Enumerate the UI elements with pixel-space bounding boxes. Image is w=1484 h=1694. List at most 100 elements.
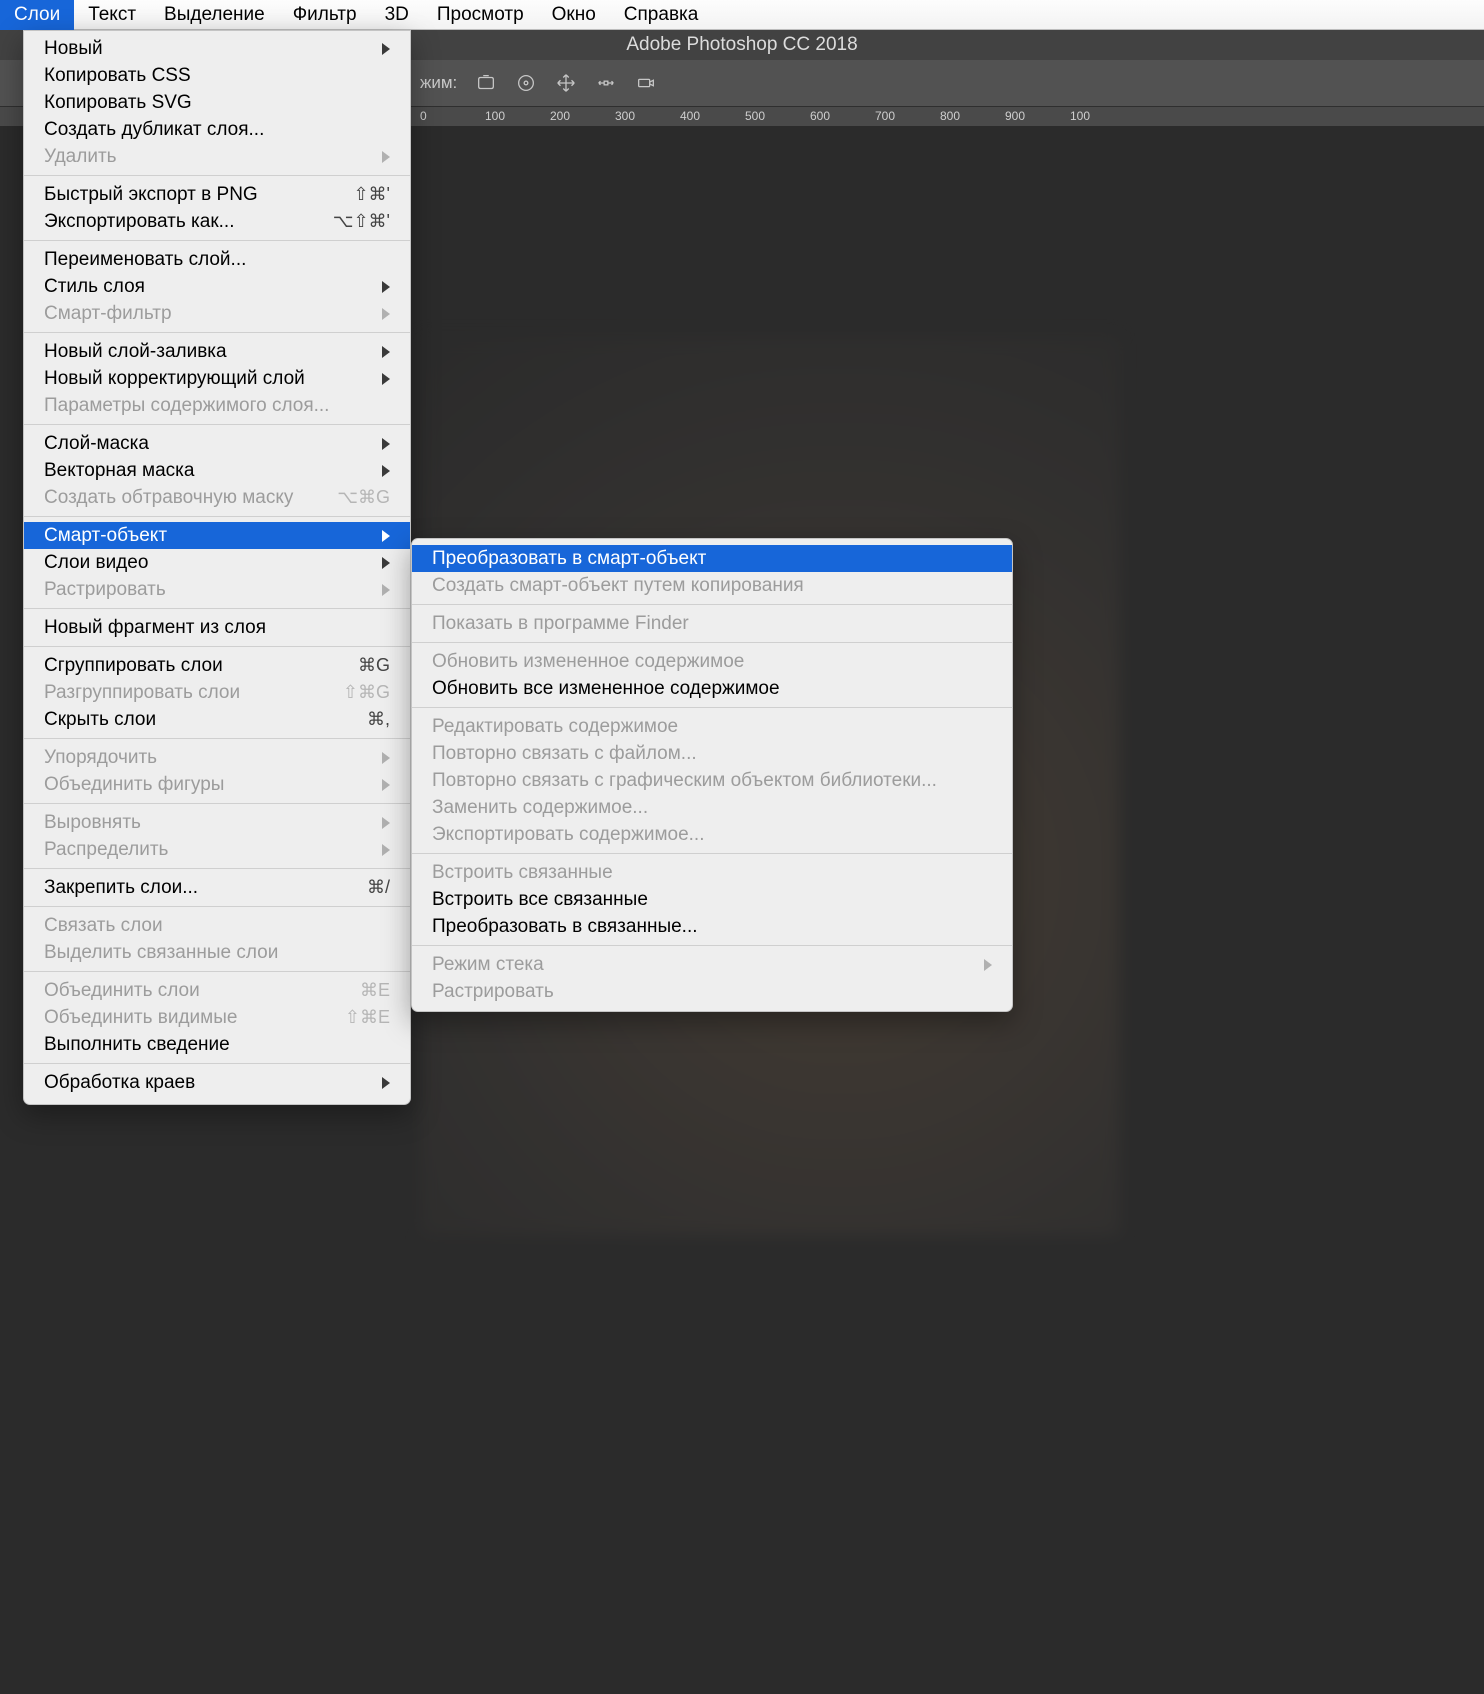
menubar-item-окно[interactable]: Окно [538,0,610,30]
menu-separator [24,646,410,647]
menu-item-label: Выполнить сведение [44,1034,390,1056]
menu-item-label: Скрыть слои [44,709,367,731]
layers-menu-item[interactable]: Новый корректирующий слой [24,365,410,392]
layers-menu-item[interactable]: Векторная маска [24,457,410,484]
smart-object-submenu-item[interactable]: Преобразовать в смарт-объект [412,545,1012,572]
layers-menu-item[interactable]: Слои видео [24,549,410,576]
layers-menu-item: Объединить видимые⇧⌘E [24,1004,410,1031]
menu-item-label: Сгруппировать слои [44,655,358,677]
menubar-item-просмотр[interactable]: Просмотр [423,0,538,30]
menu-item-label: Редактировать содержимое [432,716,992,738]
layers-menu-item[interactable]: Новый фрагмент из слоя [24,614,410,641]
menu-item-label: Новый корректирующий слой [44,368,370,390]
menu-separator [24,1063,410,1064]
menubar-item-текст[interactable]: Текст [74,0,150,30]
menu-item-shortcut: ⌥⌘G [337,487,390,508]
submenu-arrow-icon [382,346,390,358]
smart-object-submenu: Преобразовать в смарт-объект Создать смар… [411,538,1013,1012]
menu-separator [24,906,410,907]
menu-separator [412,853,1012,854]
menubar-item-выделение[interactable]: Выделение [150,0,279,30]
layers-menu-item: Растрировать [24,576,410,603]
menu-item-shortcut: ⌘, [367,709,390,730]
menu-item-shortcut: ⌥⇧⌘' [333,211,390,232]
submenu-arrow-icon [382,557,390,569]
menubar-item-3d[interactable]: 3D [371,0,423,30]
ruler-tick: 800 [940,109,960,123]
menu-item-label: Новый фрагмент из слоя [44,617,390,639]
submenu-arrow-icon [382,151,390,163]
anchor-point-icon[interactable] [595,72,617,94]
menu-item-label: Слои видео [44,552,370,574]
layers-menu-item: Создать обтравочную маску⌥⌘G [24,484,410,511]
layers-menu-item[interactable]: Копировать SVG [24,89,410,116]
menu-item-label: Переименовать слой... [44,249,390,271]
menu-separator [24,971,410,972]
menu-item-label: Создать смарт-объект путем копирования [432,575,992,597]
menu-item-label: Смарт-фильтр [44,303,370,325]
smart-object-submenu-item: Заменить содержимое... [412,794,1012,821]
layers-menu-item[interactable]: Экспортировать как...⌥⇧⌘' [24,208,410,235]
menu-item-label: Параметры содержимого слоя... [44,395,390,417]
smart-object-submenu-item: Растрировать [412,978,1012,1005]
menubar-item-слои[interactable]: Слои [0,0,74,30]
menu-item-label: Создать обтравочную маску [44,487,337,509]
menubar-item-фильтр[interactable]: Фильтр [279,0,371,30]
smart-object-submenu-item: Режим стека [412,951,1012,978]
layers-menu-item[interactable]: Копировать CSS [24,62,410,89]
layers-menu-item[interactable]: Выполнить сведение [24,1031,410,1058]
layers-menu-item[interactable]: Слой-маска [24,430,410,457]
layers-menu-item[interactable]: Быстрый экспорт в PNG⇧⌘' [24,181,410,208]
layers-menu-item[interactable]: Стиль слоя [24,273,410,300]
circle-icon[interactable] [515,72,537,94]
menu-item-label: Преобразовать в смарт-объект [432,548,992,570]
ruler-tick: 400 [680,109,700,123]
ruler-tick: 300 [615,109,635,123]
layers-menu-item[interactable]: Скрыть слои⌘, [24,706,410,733]
submenu-arrow-icon [984,959,992,971]
smart-object-submenu-item: Повторно связать с файлом... [412,740,1012,767]
smart-object-submenu-item: Создать смарт-объект путем копирования [412,572,1012,599]
menu-item-label: Копировать CSS [44,65,390,87]
menu-item-label: Разгруппировать слои [44,682,343,704]
layers-menu-item[interactable]: Обработка краев [24,1069,410,1096]
camera-icon[interactable] [635,72,657,94]
menu-item-label: Создать дубликат слоя... [44,119,390,141]
menu-item-label: Показать в программе Finder [432,613,992,635]
options-label: жим: [420,73,457,93]
menubar: СлоиТекстВыделениеФильтр3DПросмотрОкноСп… [0,0,1484,30]
layers-menu-item[interactable]: Сгруппировать слои⌘G [24,652,410,679]
submenu-arrow-icon [382,752,390,764]
layers-menu-item[interactable]: Переименовать слой... [24,246,410,273]
layers-menu-item[interactable]: Новый слой-заливка [24,338,410,365]
menu-separator [412,604,1012,605]
menu-item-label: Удалить [44,146,370,168]
menu-item-label: Экспортировать как... [44,211,333,233]
menu-separator [412,945,1012,946]
layers-menu-item[interactable]: Создать дубликат слоя... [24,116,410,143]
submenu-arrow-icon [382,373,390,385]
move-arrows-icon[interactable] [555,72,577,94]
layers-menu-item[interactable]: Новый [24,35,410,62]
menu-item-label: Распределить [44,839,370,861]
rounded-rect-icon[interactable] [475,72,497,94]
layers-menu-item[interactable]: Смарт-объект [24,522,410,549]
layers-menu-item[interactable]: Закрепить слои...⌘/ [24,874,410,901]
smart-object-submenu-item[interactable]: Преобразовать в связанные... [412,913,1012,940]
menu-item-label: Экспортировать содержимое... [432,824,992,846]
menu-item-label: Объединить видимые [44,1007,345,1029]
smart-object-submenu-item[interactable]: Встроить все связанные [412,886,1012,913]
app-title: Adobe Photoshop CC 2018 [626,34,857,55]
layers-menu-item: Объединить фигуры [24,771,410,798]
smart-object-submenu-item: Показать в программе Finder [412,610,1012,637]
menu-item-label: Обновить все измененное содержимое [432,678,992,700]
submenu-arrow-icon [382,43,390,55]
menubar-item-справка[interactable]: Справка [610,0,713,30]
menu-item-label: Встроить все связанные [432,889,992,911]
submenu-arrow-icon [382,844,390,856]
menu-item-label: Векторная маска [44,460,370,482]
smart-object-submenu-item[interactable]: Обновить все измененное содержимое [412,675,1012,702]
menu-item-label: Связать слои [44,915,390,937]
menu-item-label: Повторно связать с файлом... [432,743,992,765]
menu-separator [24,424,410,425]
